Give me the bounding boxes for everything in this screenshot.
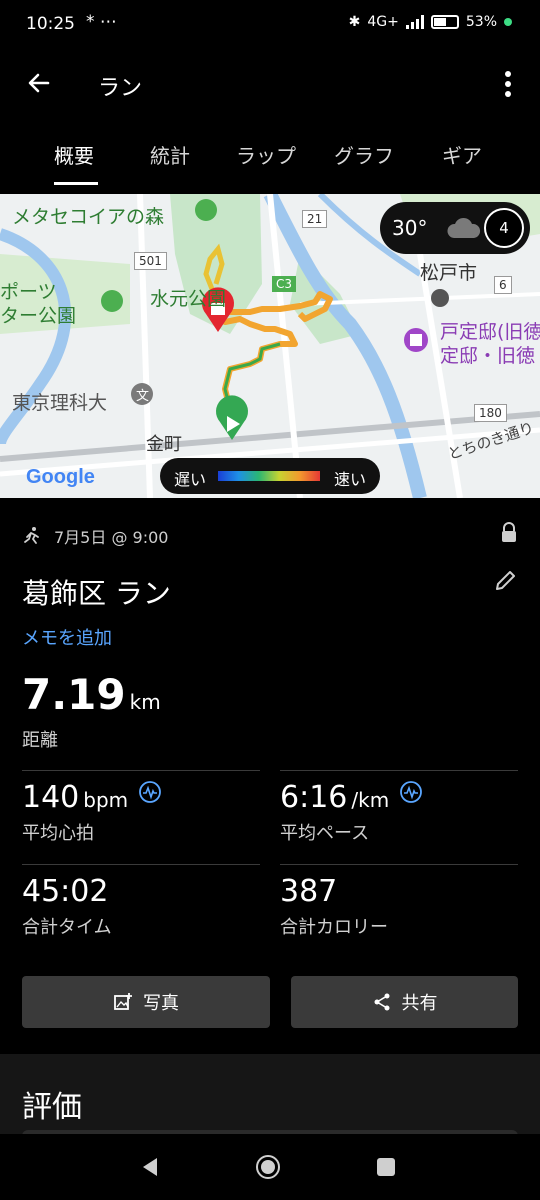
divider: [22, 864, 260, 865]
evaluation-section: 評価: [0, 1054, 540, 1150]
speed-legend: 遅い 速い: [160, 458, 380, 494]
distance-value: 7.19: [22, 670, 126, 719]
share-button-label: 共有: [401, 993, 438, 1014]
route-badge: C3: [272, 276, 297, 292]
uv-index: 4: [484, 208, 524, 248]
network-label: 4G+: [367, 14, 399, 30]
status-time: 10:25: [26, 14, 75, 34]
map-label: ポーツ ター公園: [0, 281, 77, 327]
divider: [280, 864, 518, 865]
add-photo-icon: [114, 993, 132, 1010]
avg-pace-label: 平均ペース: [280, 823, 370, 844]
lock-icon[interactable]: [500, 522, 518, 544]
total-time-stat: 45:02 合計タイム: [22, 874, 112, 939]
map-label: メタセコイアの森: [12, 206, 165, 228]
svg-text:文: 文: [136, 389, 149, 404]
battery-icon: [430, 15, 459, 29]
speed-gradient: [218, 471, 320, 481]
nav-back-icon[interactable]: [140, 1156, 160, 1178]
evaluation-title: 評価: [22, 1090, 82, 1125]
weather-chip: 30° 4: [380, 202, 530, 254]
signal-icon: [405, 15, 424, 29]
share-button[interactable]: 共有: [291, 976, 518, 1028]
google-logo: Google: [26, 466, 95, 488]
share-icon: [374, 993, 389, 1011]
route-badge: 501: [134, 252, 167, 270]
avg-pace-unit: /km: [351, 788, 390, 812]
divider: [22, 770, 260, 771]
avg-pace-stat: 6:16/km 平均ペース: [280, 780, 423, 845]
start-marker-icon: [216, 395, 248, 440]
weather-temp: 30°: [392, 216, 428, 240]
bluetooth-icon: ✱: [348, 14, 361, 30]
nav-recents-icon[interactable]: [376, 1157, 396, 1177]
running-icon: [24, 527, 39, 544]
calories-stat: 387 合計カロリー: [280, 874, 388, 939]
activity-meta: 7月5日 @ 9:00: [22, 524, 168, 548]
legend-fast: 速い: [333, 470, 366, 489]
status-right: ✱ 4G+ 53%: [349, 14, 512, 30]
system-nav-bar: [0, 1134, 540, 1200]
tab-gear[interactable]: ギア: [442, 140, 482, 169]
tab-stats[interactable]: 統計: [150, 140, 190, 169]
nav-home-icon[interactable]: [255, 1154, 281, 1180]
battery-percent: 53%: [465, 14, 497, 30]
map-label: 松戸市: [420, 262, 478, 284]
calories-label: 合計カロリー: [280, 917, 388, 938]
notification-icons: * ⋯: [86, 12, 117, 32]
avg-hr-unit: bpm: [83, 788, 129, 812]
distance-label: 距離: [22, 730, 58, 751]
legend-slow: 遅い: [174, 470, 207, 489]
tab-graph[interactable]: グラフ: [334, 140, 394, 169]
tab-overview[interactable]: 概要: [54, 140, 94, 169]
edit-pencil-icon[interactable]: [494, 568, 518, 592]
route-badge: 6: [494, 276, 512, 294]
tab-laps[interactable]: ラップ: [236, 140, 296, 169]
map-label: 金町: [146, 434, 182, 455]
activity-title: 葛飾区 ラン: [22, 577, 171, 610]
distance-stat: 7.19 km: [22, 670, 161, 719]
map-label: 水元公園: [150, 288, 227, 310]
activity-date: 7月5日 @ 9:00: [54, 528, 169, 547]
map-label: 戸定邸(旧徳 定邸・旧徳: [440, 321, 540, 367]
back-arrow-icon[interactable]: [24, 68, 54, 98]
total-time-label: 合計タイム: [22, 917, 112, 938]
privacy-dot-icon: [504, 18, 512, 26]
add-memo-link[interactable]: メモを追加: [22, 624, 112, 650]
route-badge: 21: [302, 210, 328, 228]
tab-bar: 概要 統計 ラップ グラフ ギア: [0, 132, 540, 186]
page-title: ラン: [98, 76, 143, 101]
active-tab-indicator: [54, 182, 98, 185]
calories-value: 387: [280, 874, 338, 909]
heart-rate-icon[interactable]: [139, 781, 162, 803]
map-label: 東京理科大: [12, 392, 108, 414]
avg-hr-stat: 140 bpm 平均心拍: [22, 780, 162, 845]
pace-chart-icon[interactable]: [400, 781, 423, 803]
more-options-icon[interactable]: [498, 68, 518, 100]
avg-hr-value: 140: [22, 780, 80, 815]
distance-unit: km: [129, 690, 161, 714]
status-bar: 10:25 * ⋯ ✱ 4G+ 53%: [0, 0, 540, 50]
app-bar: ラン: [0, 56, 540, 112]
route-badge: 180: [474, 404, 507, 422]
cloud-icon: [447, 217, 481, 238]
avg-hr-label: 平均心拍: [22, 823, 94, 844]
total-time-value: 45:02: [22, 874, 109, 909]
photo-button[interactable]: 写真: [22, 976, 270, 1028]
avg-pace-value: 6:16: [280, 780, 348, 815]
photo-button-label: 写真: [143, 993, 179, 1014]
divider: [280, 770, 518, 771]
